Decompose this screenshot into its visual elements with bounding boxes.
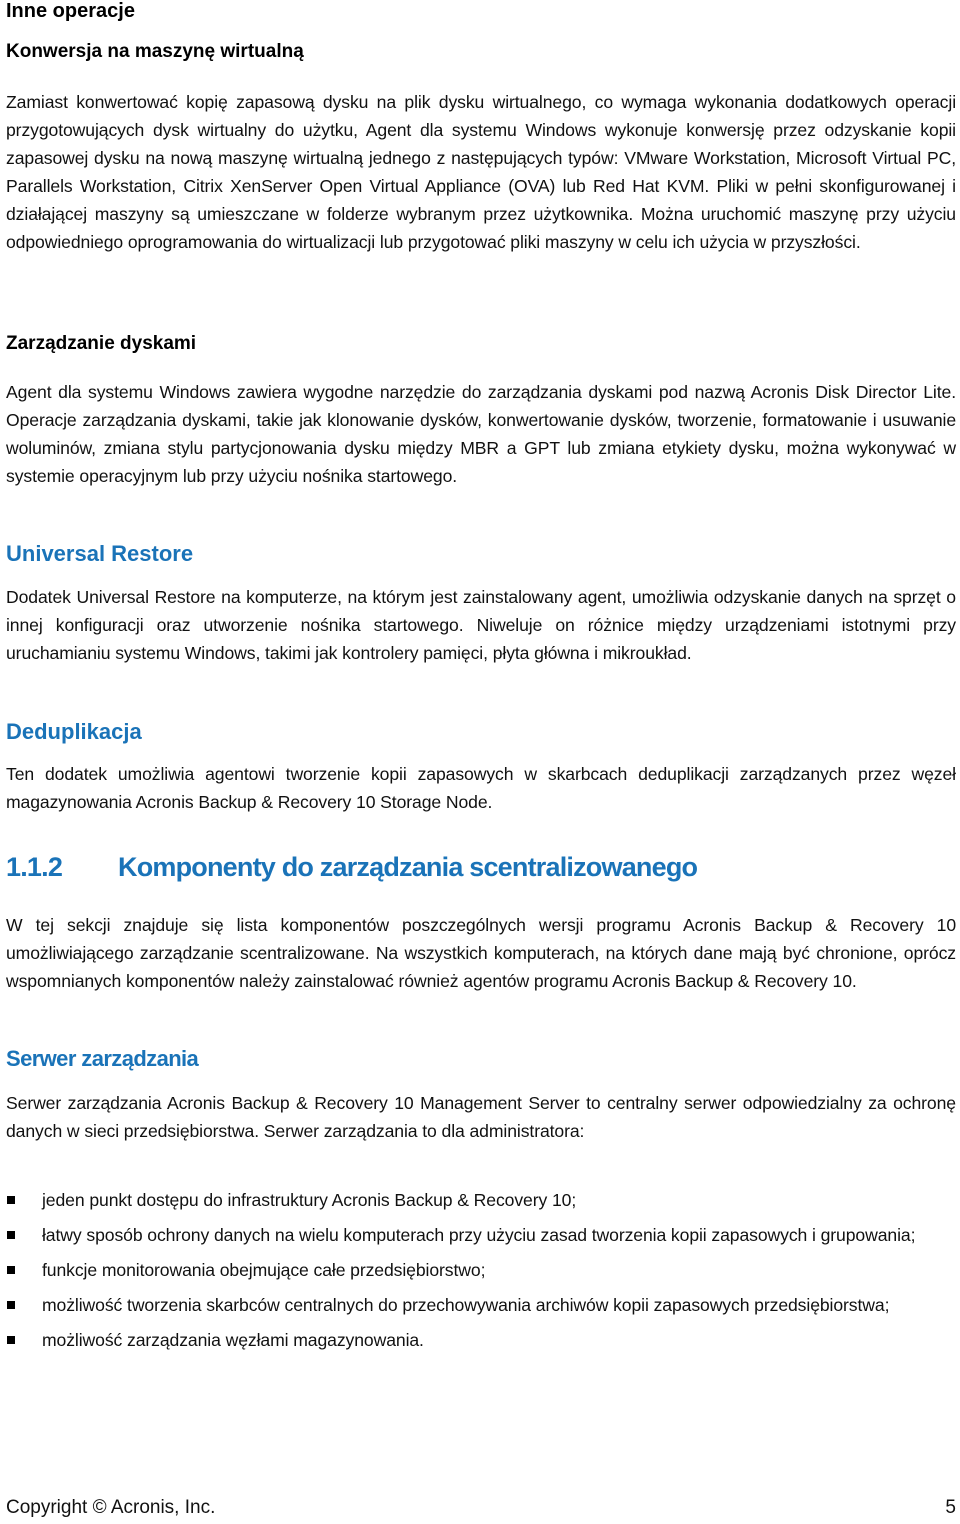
paragraph-zarzadzanie-dyskami: Agent dla systemu Windows zawiera wygodn… bbox=[6, 382, 956, 486]
list-item: jeden punkt dostępu do infrastruktury Ac… bbox=[6, 1186, 956, 1214]
copyright-text: Copyright © Acronis, Inc. bbox=[6, 1497, 216, 1518]
feature-list: jeden punkt dostępu do infrastruktury Ac… bbox=[6, 1186, 956, 1361]
heading-konwersja: Konwersja na maszynę wirtualną bbox=[6, 41, 304, 62]
heading-universal-restore: Universal Restore bbox=[6, 541, 194, 566]
bullet-square-icon bbox=[7, 1301, 15, 1309]
section-number: 1.1.2 bbox=[6, 852, 63, 882]
list-item: możliwość tworzenia skarbców centralnych… bbox=[6, 1291, 956, 1319]
bullet-square-icon bbox=[7, 1336, 15, 1344]
heading-inne-operacje: Inne operacje bbox=[6, 0, 135, 22]
bullet-square-icon bbox=[7, 1231, 15, 1239]
paragraph-komponenty: W tej sekcji znajduje się lista komponen… bbox=[6, 915, 956, 991]
list-item: łatwy sposób ochrony danych na wielu kom… bbox=[6, 1221, 956, 1249]
heading-serwer-zarzadzania: Serwer zarządzania bbox=[6, 1046, 199, 1071]
paragraph-universal-restore: Dodatek Universal Restore na komputerze,… bbox=[6, 587, 956, 663]
heading-zarzadzanie-dyskami: Zarządzanie dyskami bbox=[6, 333, 197, 354]
heading-komponenty: 1.1.2 Komponenty do zarządzania scentrali… bbox=[6, 852, 698, 883]
paragraph-deduplikacja: Ten dodatek umożliwia agentowi tworzenie… bbox=[6, 764, 956, 812]
page-footer: Copyright © Acronis, Inc. 5 bbox=[6, 1497, 956, 1519]
bullet-square-icon bbox=[7, 1196, 15, 1204]
paragraph-konwersja: Zamiast konwertować kopię zapasową dysku… bbox=[6, 92, 956, 252]
page-number: 5 bbox=[945, 1497, 956, 1518]
section-title: Komponenty do zarządzania scentralizowan… bbox=[118, 852, 698, 882]
paragraph-serwer-zarzadzania: Serwer zarządzania Acronis Backup & Reco… bbox=[6, 1093, 956, 1141]
list-item: funkcje monitorowania obejmujące całe pr… bbox=[6, 1256, 956, 1284]
list-item: możliwość zarządzania węzłami magazynowa… bbox=[6, 1326, 956, 1354]
bullet-square-icon bbox=[7, 1266, 15, 1274]
heading-deduplikacja: Deduplikacja bbox=[6, 719, 142, 744]
